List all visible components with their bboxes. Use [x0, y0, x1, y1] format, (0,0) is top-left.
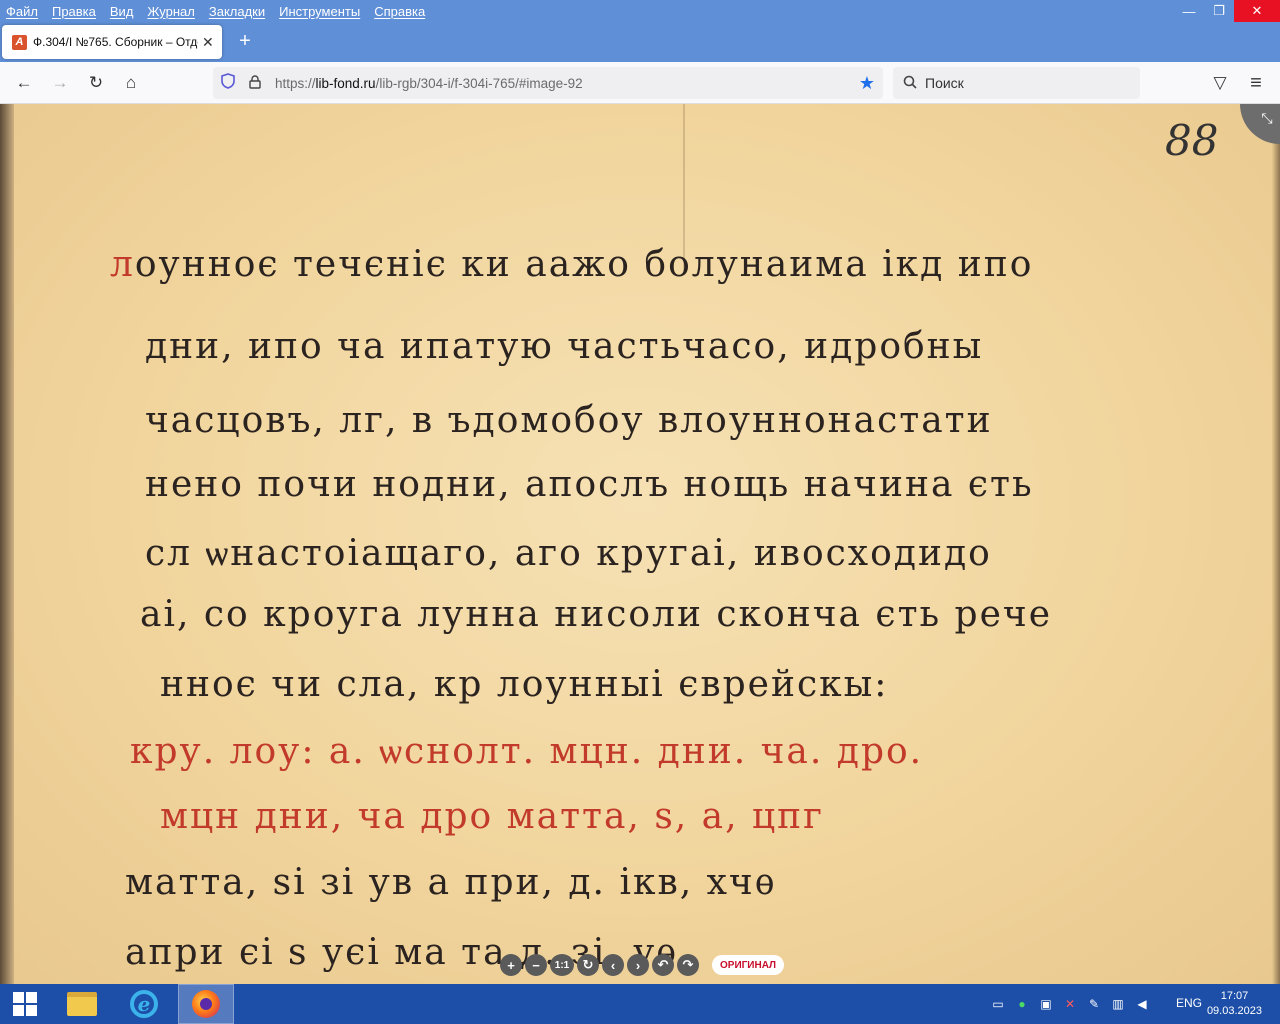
search-icon: [903, 75, 917, 92]
page-right-edge: [1272, 104, 1280, 984]
back-button[interactable]: ←: [12, 71, 36, 95]
navigation-bar: ← → ↻ ⌂ https://lib-fond.ru/lib-rgb/304-…: [0, 62, 1280, 104]
manuscript-line-3: часцовъ, лг, в ъдомобоу влоуннонастати: [145, 400, 993, 441]
manuscript-line-7: нноє чи сла, кр лоунныі єврейскы:: [160, 664, 889, 705]
lock-icon[interactable]: [249, 74, 267, 92]
tray-flag-icon[interactable]: ✕: [1062, 996, 1078, 1012]
clock[interactable]: 17:07 09.03.2023: [1207, 989, 1262, 1019]
previous-page-button[interactable]: ‹: [602, 954, 624, 976]
manuscript-viewer[interactable]: 88 ⤡ лоунноє течєніє ки аажо болунаима і…: [0, 104, 1280, 984]
undo-button[interactable]: ↶: [652, 954, 674, 976]
taskbar-explorer[interactable]: [54, 984, 110, 1024]
tray-network-icon[interactable]: ▥: [1110, 996, 1126, 1012]
tray-network-drive-icon[interactable]: ▭: [990, 996, 1006, 1012]
system-tray: ▭ ● ▣ ✕ ✎ ▥ ◀: [982, 984, 1150, 1024]
app-menu-button[interactable]: ≡: [1244, 71, 1268, 95]
internet-explorer-icon: e: [130, 990, 158, 1018]
manuscript-line-8: кру. лоу: а. ѡснолт. мцн. дни. ча. дро.: [130, 731, 924, 772]
restore-button[interactable]: ❐: [1204, 0, 1234, 22]
bookmark-star-icon[interactable]: ★: [859, 73, 875, 94]
site-favicon-icon: A: [12, 34, 27, 50]
manuscript-line-1: лоунноє течєніє ки аажо болунаима ікд ип…: [110, 244, 1033, 285]
manuscript-line-4: нено почи нодни, апослъ нощь начина єть: [145, 464, 1034, 505]
search-input[interactable]: [925, 75, 1125, 91]
tray-app-icon[interactable]: ▣: [1038, 996, 1054, 1012]
menu-view[interactable]: Вид: [110, 4, 134, 19]
rotate-button[interactable]: ↻: [577, 954, 599, 976]
tray-tool-icon[interactable]: ✎: [1086, 996, 1102, 1012]
taskbar-internet-explorer[interactable]: e: [116, 984, 172, 1024]
language-indicator[interactable]: ENG: [1176, 996, 1202, 1010]
original-button[interactable]: ОРИГИНАЛ: [712, 955, 785, 975]
zoom-in-button[interactable]: +: [500, 954, 522, 976]
tracking-shield-icon[interactable]: [221, 73, 239, 93]
menu-file[interactable]: Файл: [6, 4, 38, 19]
start-button[interactable]: [0, 984, 50, 1024]
manuscript-line-10: матта, ѕі зі ув а при, д. ікв, хчѳ: [125, 862, 777, 903]
file-explorer-icon: [67, 992, 97, 1016]
manuscript-line-2: дни, ипо ча ипатую частьчасо, идробны: [145, 326, 984, 367]
url-scheme: https://: [275, 75, 316, 91]
manuscript-line-5: сл ѡнастоіащаго, аго кругаі, ивосходидо: [145, 533, 992, 574]
manuscript-line-6: аі, со кроуга лунна нисоли сконча єть ре…: [140, 594, 1052, 635]
taskbar: e ▭ ● ▣ ✕ ✎ ▥ ◀ ENG 17:07 09.03.2023: [0, 984, 1280, 1024]
tray-volume-icon[interactable]: ◀: [1134, 996, 1150, 1012]
tab-active[interactable]: A Ф.304/I №765. Сборник – Отде ✕: [2, 25, 222, 59]
taskbar-firefox[interactable]: [178, 984, 234, 1024]
tray-green-status-icon[interactable]: ●: [1014, 996, 1030, 1012]
menu-bookmarks[interactable]: Закладки: [209, 4, 265, 19]
url-bar[interactable]: https://lib-fond.ru/lib-rgb/304-i/f-304i…: [213, 67, 883, 99]
forward-button[interactable]: →: [48, 71, 72, 95]
menu-history[interactable]: Журнал: [147, 4, 194, 19]
menu-edit[interactable]: Правка: [52, 4, 96, 19]
menu-items: Файл Правка Вид Журнал Закладки Инструме…: [0, 4, 439, 19]
url-path: /lib-rgb/304-i/f-304i-765/#image-92: [375, 75, 583, 91]
url-host: lib-fond.ru: [315, 75, 376, 91]
redo-button[interactable]: ↷: [677, 954, 699, 976]
actual-size-button[interactable]: 1:1: [550, 954, 574, 976]
viewer-toolbar: + − 1:1 ↻ ‹ › ↶ ↷ ОРИГИНАЛ: [500, 952, 785, 978]
folio-number: 88: [1165, 116, 1219, 165]
tab-close-icon[interactable]: ✕: [202, 34, 214, 51]
menu-tools[interactable]: Инструменты: [279, 4, 360, 19]
manuscript-line-1-text: оунноє течєніє ки аажо болунаима ікд ипо: [134, 244, 1034, 285]
next-page-button[interactable]: ›: [627, 954, 649, 976]
firefox-icon: [192, 990, 220, 1018]
url-text[interactable]: https://lib-fond.ru/lib-rgb/304-i/f-304i…: [275, 76, 583, 91]
windows-logo-icon: [13, 992, 37, 1016]
search-bar[interactable]: [893, 67, 1140, 99]
tab-title: Ф.304/I №765. Сборник – Отде: [33, 35, 198, 49]
reload-button[interactable]: ↻: [84, 71, 108, 95]
clock-time: 17:07: [1220, 990, 1249, 1002]
collapse-icon[interactable]: ⤡: [1240, 104, 1280, 144]
manuscript-initial-red: л: [110, 244, 135, 285]
close-window-button[interactable]: ✕: [1234, 0, 1280, 22]
home-button[interactable]: ⌂: [119, 71, 143, 95]
window-controls: — ❐ ✕: [1174, 0, 1280, 22]
minimize-button[interactable]: —: [1174, 0, 1204, 22]
menu-help[interactable]: Справка: [374, 4, 425, 19]
menu-bar: Файл Правка Вид Журнал Закладки Инструме…: [0, 0, 1280, 22]
manuscript-line-9: мцн дни, ча дро матта, ѕ, а, цпг: [160, 796, 825, 837]
page-binding-edge: [0, 104, 14, 984]
pocket-icon[interactable]: ▽: [1208, 71, 1232, 95]
clock-date: 09.03.2023: [1206, 1005, 1262, 1017]
zoom-out-button[interactable]: −: [525, 954, 547, 976]
new-tab-button[interactable]: +: [234, 30, 256, 52]
tab-strip: A Ф.304/I №765. Сборник – Отде ✕ +: [0, 22, 1280, 62]
